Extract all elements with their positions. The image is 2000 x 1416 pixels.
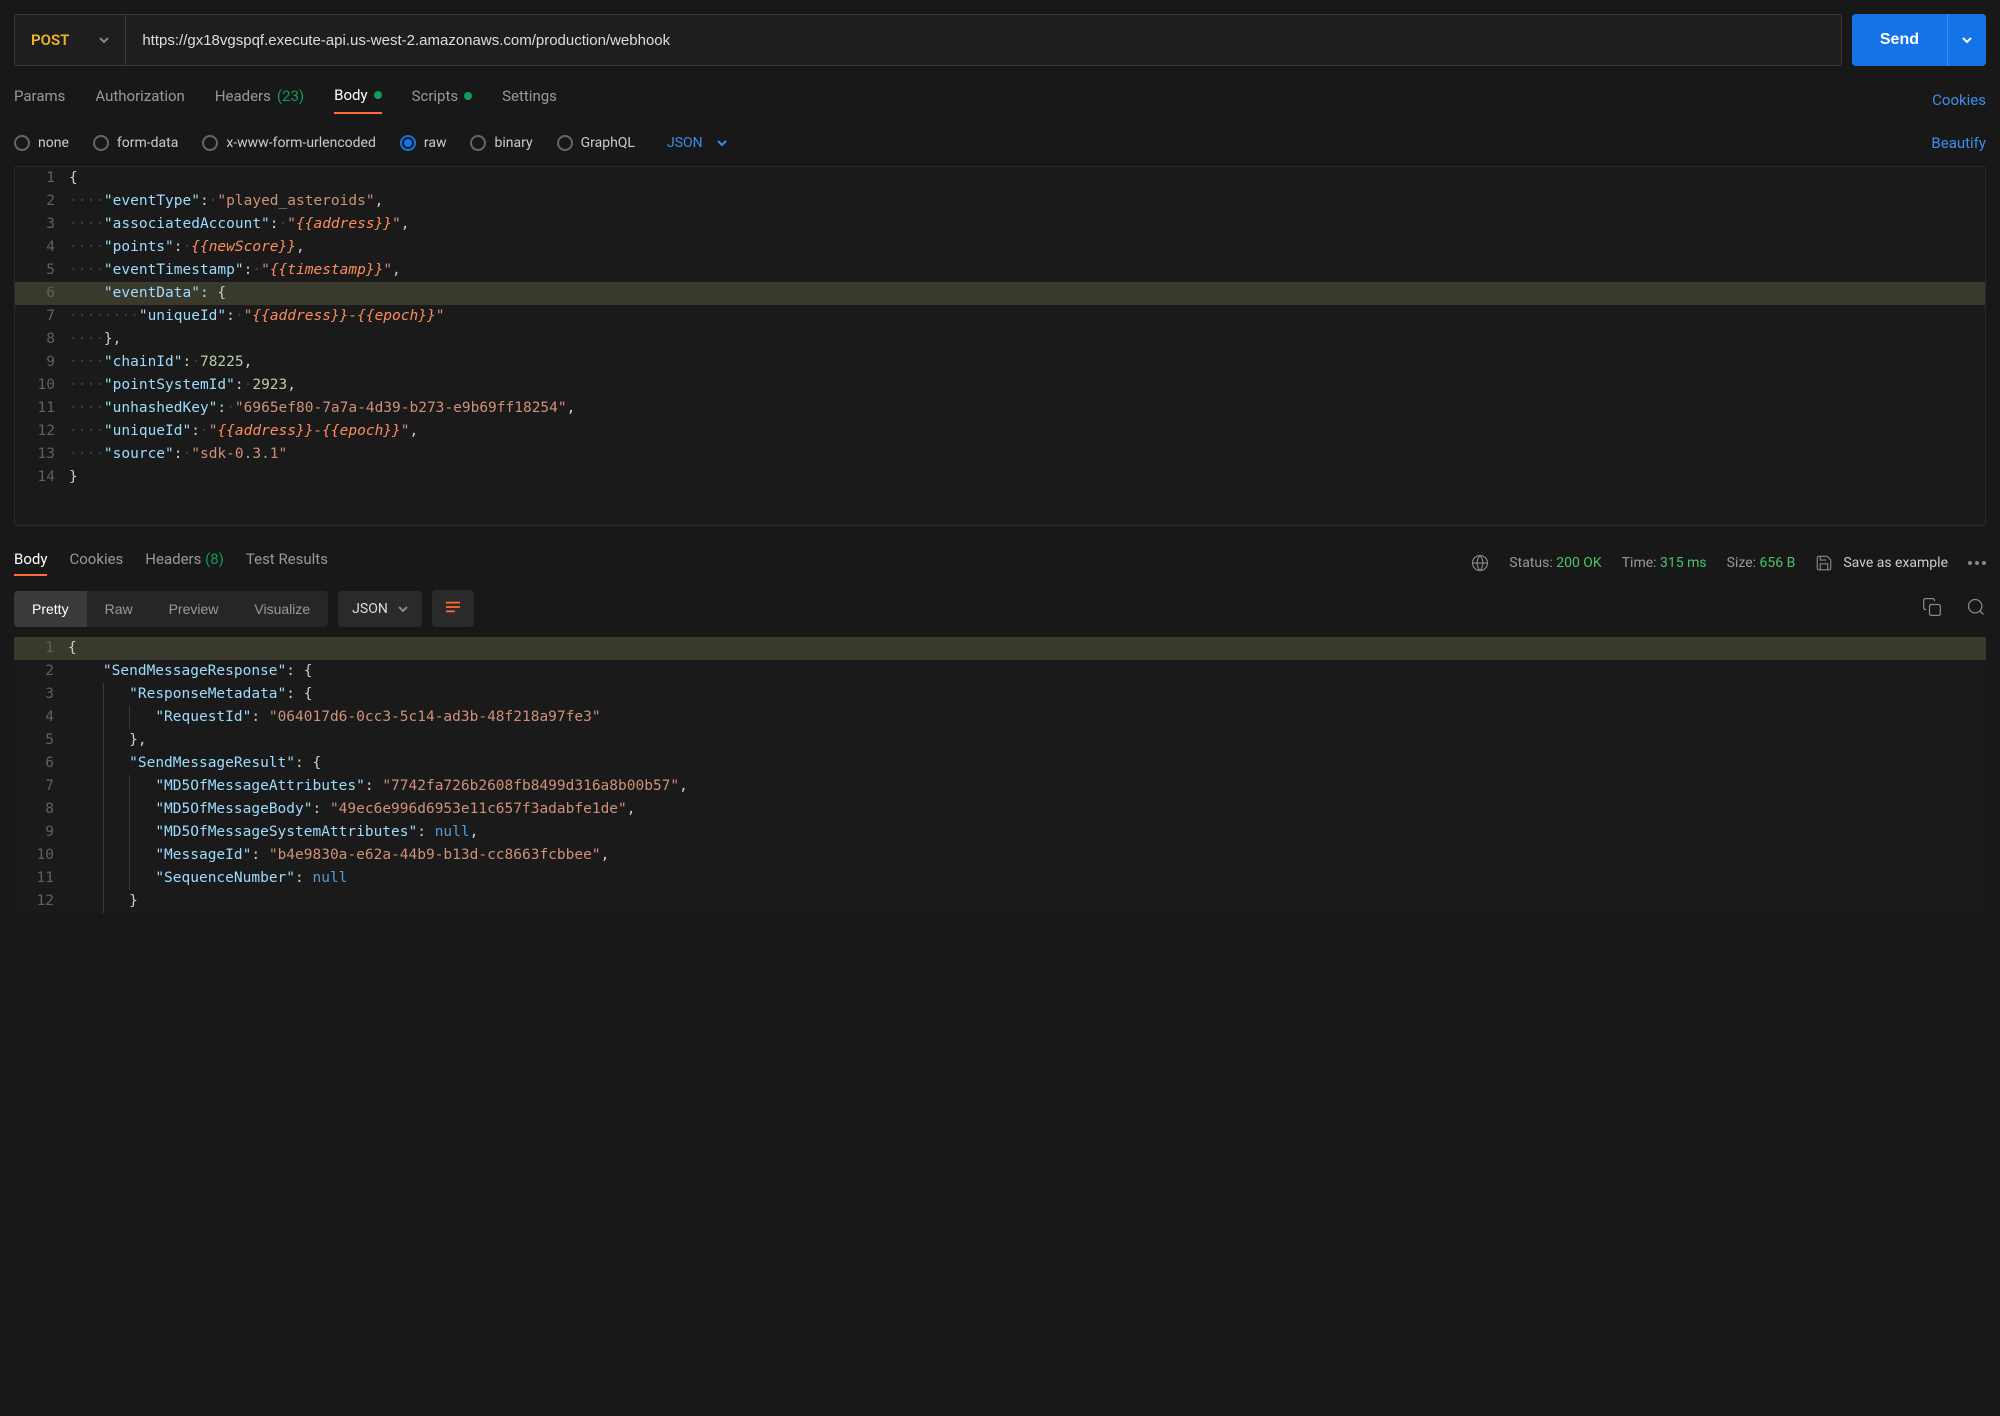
tab-body-label: Body	[334, 86, 367, 104]
radio-icon	[557, 135, 573, 151]
view-pretty[interactable]: Pretty	[14, 591, 87, 627]
radio-icon	[400, 135, 416, 151]
tab-body[interactable]: Body	[334, 86, 381, 114]
save-icon	[1815, 554, 1833, 572]
send-button[interactable]: Send	[1852, 14, 1947, 66]
send-button-group: Send	[1852, 14, 1986, 66]
chevron-down-icon	[398, 604, 408, 614]
response-format-select[interactable]: JSON	[338, 591, 422, 627]
tab-scripts[interactable]: Scripts	[412, 86, 473, 114]
radio-urlencoded[interactable]: x-www-form-urlencoded	[202, 135, 376, 151]
tab-headers[interactable]: Headers (23)	[215, 86, 304, 114]
scripts-modified-dot-icon	[464, 92, 472, 100]
radio-icon	[470, 135, 486, 151]
chevron-down-icon	[1962, 35, 1972, 45]
body-format-select[interactable]: JSON	[667, 135, 727, 151]
copy-response-button[interactable]	[1922, 597, 1942, 621]
http-method-select[interactable]: POST	[15, 15, 126, 65]
status-value: 200 OK	[1556, 555, 1602, 571]
radio-icon	[14, 135, 30, 151]
tab-headers-label: Headers	[215, 87, 271, 105]
search-icon	[1966, 597, 1986, 617]
response-tab-headers[interactable]: Headers (8)	[145, 550, 224, 576]
radio-binary[interactable]: binary	[470, 135, 532, 151]
response-tab-cookies[interactable]: Cookies	[69, 550, 123, 576]
view-visualize[interactable]: Visualize	[236, 591, 328, 627]
save-as-example-button[interactable]: Save as example	[1815, 554, 1948, 572]
body-modified-dot-icon	[374, 91, 382, 99]
request-tabs: Params Authorization Headers (23) Body S…	[14, 86, 557, 114]
response-view-modes: Pretty Raw Preview Visualize JSON	[14, 590, 474, 627]
search-response-button[interactable]	[1966, 597, 1986, 621]
radio-raw[interactable]: raw	[400, 135, 447, 151]
response-body-editor[interactable]: 1{ 2 "SendMessageResponse": { 3 "Respons…	[14, 637, 1986, 913]
response-tab-body[interactable]: Body	[14, 550, 47, 576]
view-raw[interactable]: Raw	[87, 591, 151, 627]
wrap-lines-button[interactable]	[432, 590, 474, 627]
radio-form-data[interactable]: form-data	[93, 135, 178, 151]
method-url-container: POST	[14, 14, 1842, 66]
size-value: 656 B	[1760, 555, 1796, 571]
request-body-editor[interactable]: 1{ 2····"eventType":·"played_asteroids",…	[14, 166, 1986, 526]
beautify-link[interactable]: Beautify	[1931, 134, 1986, 152]
copy-icon	[1922, 597, 1942, 617]
url-input[interactable]	[126, 15, 1841, 65]
radio-graphql[interactable]: GraphQL	[557, 135, 635, 151]
response-tab-test-results[interactable]: Test Results	[246, 550, 328, 576]
response-meta: Status: 200 OK Time: 315 ms Size: 656 B …	[1471, 554, 1986, 572]
wrap-icon	[444, 600, 462, 614]
http-method-value: POST	[31, 31, 69, 49]
tab-params[interactable]: Params	[14, 86, 65, 114]
view-preview[interactable]: Preview	[151, 591, 237, 627]
more-options-icon[interactable]	[1968, 561, 1986, 565]
send-more-button[interactable]	[1947, 14, 1986, 66]
cookies-link[interactable]: Cookies	[1932, 91, 1986, 109]
tab-headers-count: (23)	[277, 87, 304, 105]
chevron-down-icon	[99, 35, 109, 45]
tab-scripts-label: Scripts	[412, 87, 459, 105]
chevron-down-icon	[717, 138, 727, 148]
radio-icon	[202, 135, 218, 151]
body-type-radio-group: none form-data x-www-form-urlencoded raw…	[14, 135, 727, 151]
tab-authorization[interactable]: Authorization	[95, 86, 184, 114]
tab-settings[interactable]: Settings	[502, 86, 557, 114]
time-value: 315 ms	[1660, 555, 1707, 571]
globe-icon[interactable]	[1471, 554, 1489, 572]
radio-icon	[93, 135, 109, 151]
response-tabs: Body Cookies Headers (8) Test Results	[14, 550, 328, 576]
radio-none[interactable]: none	[14, 135, 69, 151]
